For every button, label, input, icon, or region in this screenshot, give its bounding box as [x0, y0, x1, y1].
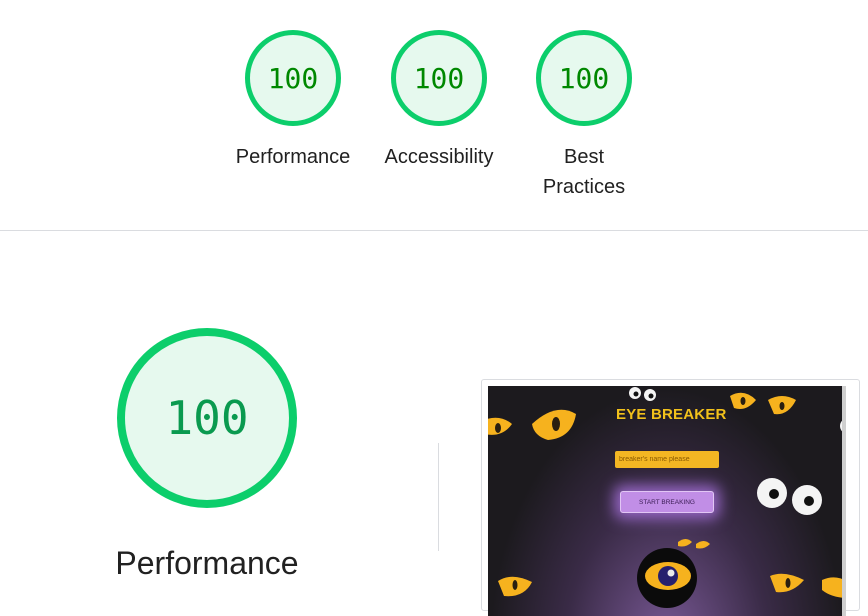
breaker-name-input: [615, 451, 719, 468]
final-screenshot-frame: EYE BREAKER START BREAKING: [481, 379, 860, 616]
game-title: EYE BREAKER: [616, 406, 727, 423]
gauge-label: Performance: [235, 146, 351, 168]
gauge-ring: 100: [245, 30, 341, 126]
gauge-accessibility[interactable]: 100 Accessibility: [379, 30, 499, 172]
vertical-divider: [438, 443, 439, 551]
center-eye-icon: [637, 548, 697, 608]
performance-gauge: 100: [117, 328, 297, 508]
section-divider: [0, 230, 868, 231]
gauge-score: 100: [267, 61, 319, 95]
performance-title: Performance: [115, 545, 299, 581]
gauge-label: Best Practices: [542, 146, 626, 198]
gauge-label: Accessibility: [384, 146, 494, 168]
gauge-best-practices[interactable]: 100 Best Practices: [524, 30, 644, 202]
gauge-ring: 100: [391, 30, 487, 126]
gauge-score: 100: [413, 61, 465, 95]
gauge-ring: 100: [536, 30, 632, 126]
performance-gauge-ring: 100: [117, 328, 297, 508]
final-screenshot: EYE BREAKER START BREAKING: [488, 386, 846, 616]
screenshot-scrollbar: [842, 386, 846, 616]
gauge-performance[interactable]: 100 Performance: [233, 30, 353, 172]
start-breaking-button: START BREAKING: [620, 491, 714, 513]
performance-score: 100: [165, 391, 249, 445]
score-summary: 100 Performance 100 Accessibility 100 Be…: [0, 0, 868, 230]
gauge-score: 100: [558, 61, 610, 95]
